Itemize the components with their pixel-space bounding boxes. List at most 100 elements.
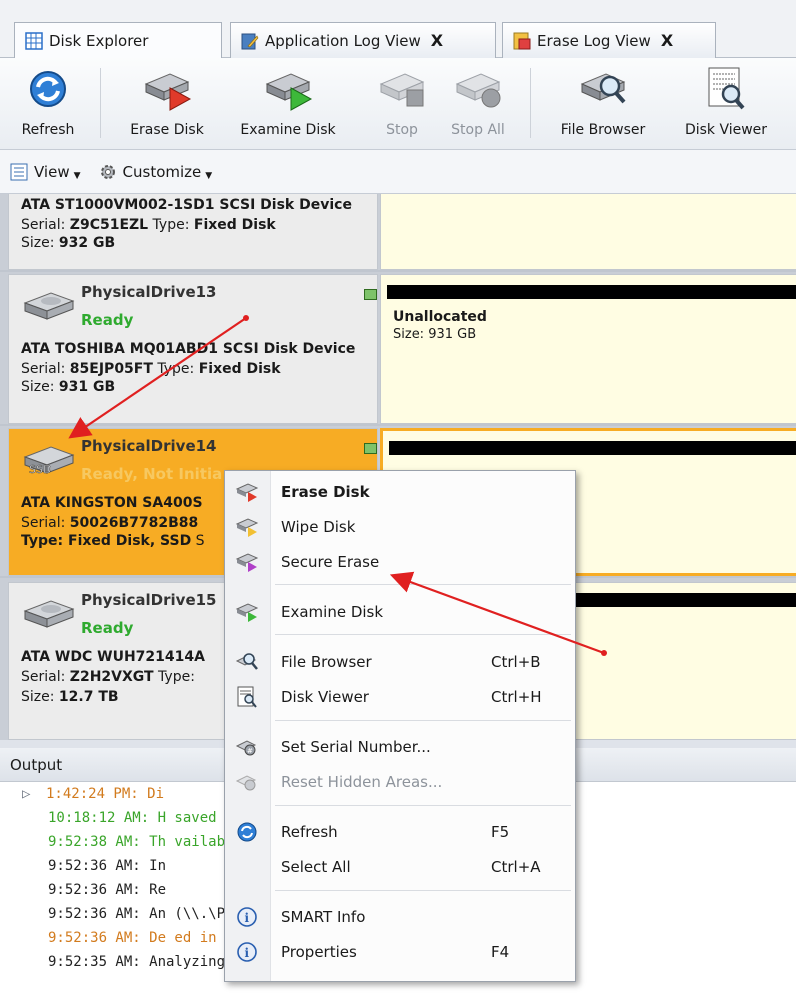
- tab-label: Disk Explorer: [49, 32, 149, 50]
- erase-log-icon: [513, 32, 531, 49]
- disk-info-panel: ATA ST1000VM002-1SD1 SCSI Disk Device Se…: [8, 194, 378, 270]
- menu-refresh[interactable]: Refresh F5: [225, 815, 575, 849]
- disk-viewer-icon: [708, 67, 745, 110]
- info-icon: i: [237, 942, 257, 962]
- expand-triangle-icon[interactable]: ▷: [22, 782, 46, 806]
- disk-viewer-label: Disk Viewer: [684, 122, 768, 138]
- hard-drive-icon: [23, 292, 75, 320]
- stop-all-icon: [455, 73, 501, 108]
- partition-map[interactable]: [380, 194, 796, 270]
- status-led: [364, 443, 377, 454]
- disk-model: ATA ST1000VM002-1SD1 SCSI Disk Device: [21, 197, 352, 213]
- menu-smart-info[interactable]: i SMART Info: [225, 900, 575, 934]
- toolbar-divider: [100, 68, 101, 138]
- chevron-down-icon: ▼: [73, 170, 81, 181]
- serial-number-icon: #: [235, 740, 257, 756]
- disk-serial-line: Serial: 50026B7782B88: [21, 515, 199, 531]
- disk-status: Ready: [81, 619, 134, 637]
- close-icon[interactable]: X: [661, 31, 673, 50]
- file-browser-button[interactable]: File Browser: [544, 62, 662, 146]
- disk-viewer-icon: [237, 686, 257, 708]
- wipe-disk-icon: [235, 518, 259, 537]
- disk-viewer-button[interactable]: Disk Viewer: [674, 62, 778, 146]
- disk-card[interactable]: ATA ST1000VM002-1SD1 SCSI Disk Device Se…: [0, 194, 796, 272]
- menu-wipe-disk[interactable]: Wipe Disk: [225, 510, 575, 544]
- partition-bar: [389, 441, 796, 455]
- examine-disk-icon: [235, 603, 259, 622]
- disk-serial-line: Serial: Z2H2VXGT Type:: [21, 669, 195, 685]
- disk-status: Ready: [81, 311, 134, 329]
- partition-bar: [387, 285, 796, 299]
- refresh-icon: [237, 822, 257, 842]
- context-menu: Erase Disk Wipe Disk Secure Erase Examin…: [224, 470, 576, 982]
- svg-text:i: i: [245, 911, 250, 925]
- disk-serial-line: Serial: Z9C51EZL Type: Fixed Disk: [21, 217, 276, 233]
- view-dropdown[interactable]: View ▼: [10, 163, 81, 181]
- partition-size: Size: 931 GB: [393, 327, 477, 342]
- stop-button[interactable]: Stop: [376, 62, 428, 146]
- view-bar: View ▼ Customize ▼: [0, 150, 796, 194]
- customize-dropdown[interactable]: Customize ▼: [99, 162, 212, 181]
- menu-select-all[interactable]: Select All Ctrl+A: [225, 850, 575, 884]
- hard-drive-icon: [23, 600, 75, 628]
- menu-properties[interactable]: i Properties F4: [225, 935, 575, 969]
- disk-model: ATA TOSHIBA MQ01ABD1 SCSI Disk Device: [21, 341, 356, 357]
- tab-bar: Disk Explorer Application Log View X Era…: [0, 0, 796, 59]
- menu-separator: [275, 720, 571, 721]
- menu-separator: [275, 634, 571, 635]
- menu-file-browser[interactable]: File Browser Ctrl+B: [225, 645, 575, 679]
- partition-title: Unallocated: [393, 309, 487, 325]
- file-browser-icon: [580, 73, 626, 104]
- erase-disk-button[interactable]: Erase Disk: [118, 62, 216, 146]
- file-browser-icon: [235, 653, 258, 670]
- close-icon[interactable]: X: [431, 31, 443, 50]
- toolbar-divider: [530, 68, 531, 138]
- view-label: View: [34, 162, 70, 181]
- erase-disk-label: Erase Disk: [130, 122, 204, 138]
- menu-examine-disk[interactable]: Examine Disk: [225, 595, 575, 629]
- ssd-icon-label: SSD: [29, 463, 51, 476]
- reset-hidden-areas-icon: [235, 775, 257, 791]
- svg-text:#: #: [247, 747, 253, 755]
- ssd-icon: SSD: [23, 446, 75, 476]
- partition-map[interactable]: Unallocated Size: 931 GB: [380, 274, 796, 424]
- customize-label: Customize: [122, 162, 202, 181]
- disk-name: PhysicalDrive14: [81, 437, 217, 455]
- file-browser-label: File Browser: [560, 122, 646, 138]
- stop-all-label: Stop All: [451, 122, 505, 138]
- examine-disk-button[interactable]: Examine Disk: [226, 62, 350, 146]
- menu-disk-viewer[interactable]: Disk Viewer Ctrl+H: [225, 680, 575, 714]
- tab-disk-explorer[interactable]: Disk Explorer: [14, 22, 222, 59]
- examine-disk-icon: [265, 73, 313, 111]
- stop-all-button[interactable]: Stop All: [440, 62, 516, 146]
- stop-icon: [379, 73, 425, 107]
- tab-erase-log-view[interactable]: Erase Log View X: [502, 22, 716, 58]
- erase-disk-icon: [144, 73, 192, 111]
- log-edit-icon: [241, 33, 259, 49]
- svg-text:i: i: [245, 946, 250, 960]
- menu-separator: [275, 805, 571, 806]
- secure-erase-icon: [235, 553, 259, 572]
- menu-separator: [275, 890, 571, 891]
- menu-secure-erase[interactable]: Secure Erase: [225, 545, 575, 579]
- refresh-icon: [30, 71, 66, 107]
- menu-reset-hidden-areas[interactable]: Reset Hidden Areas...: [225, 765, 575, 799]
- grid-icon: [25, 32, 43, 50]
- tab-label: Erase Log View: [537, 31, 651, 50]
- tab-application-log-view[interactable]: Application Log View X: [230, 22, 496, 58]
- disk-status: Ready, Not Initia: [81, 465, 223, 483]
- tab-label: Application Log View: [265, 31, 421, 50]
- disk-size-line: Size: 931 GB: [21, 379, 116, 395]
- menu-erase-disk[interactable]: Erase Disk: [225, 475, 575, 509]
- disk-name: PhysicalDrive13: [81, 283, 217, 301]
- examine-disk-label: Examine Disk: [240, 122, 336, 138]
- disk-card[interactable]: PhysicalDrive13 Ready ATA TOSHIBA MQ01AB…: [0, 274, 796, 426]
- refresh-button[interactable]: Refresh: [8, 62, 88, 146]
- info-icon: i: [237, 907, 257, 927]
- disk-type-line: Type: Fixed Disk, SSD S: [21, 533, 205, 549]
- view-list-icon: [10, 163, 28, 180]
- disk-name: PhysicalDrive15: [81, 591, 217, 609]
- status-led: [364, 289, 377, 300]
- stop-label: Stop: [386, 122, 418, 138]
- menu-set-serial-number[interactable]: # Set Serial Number...: [225, 730, 575, 764]
